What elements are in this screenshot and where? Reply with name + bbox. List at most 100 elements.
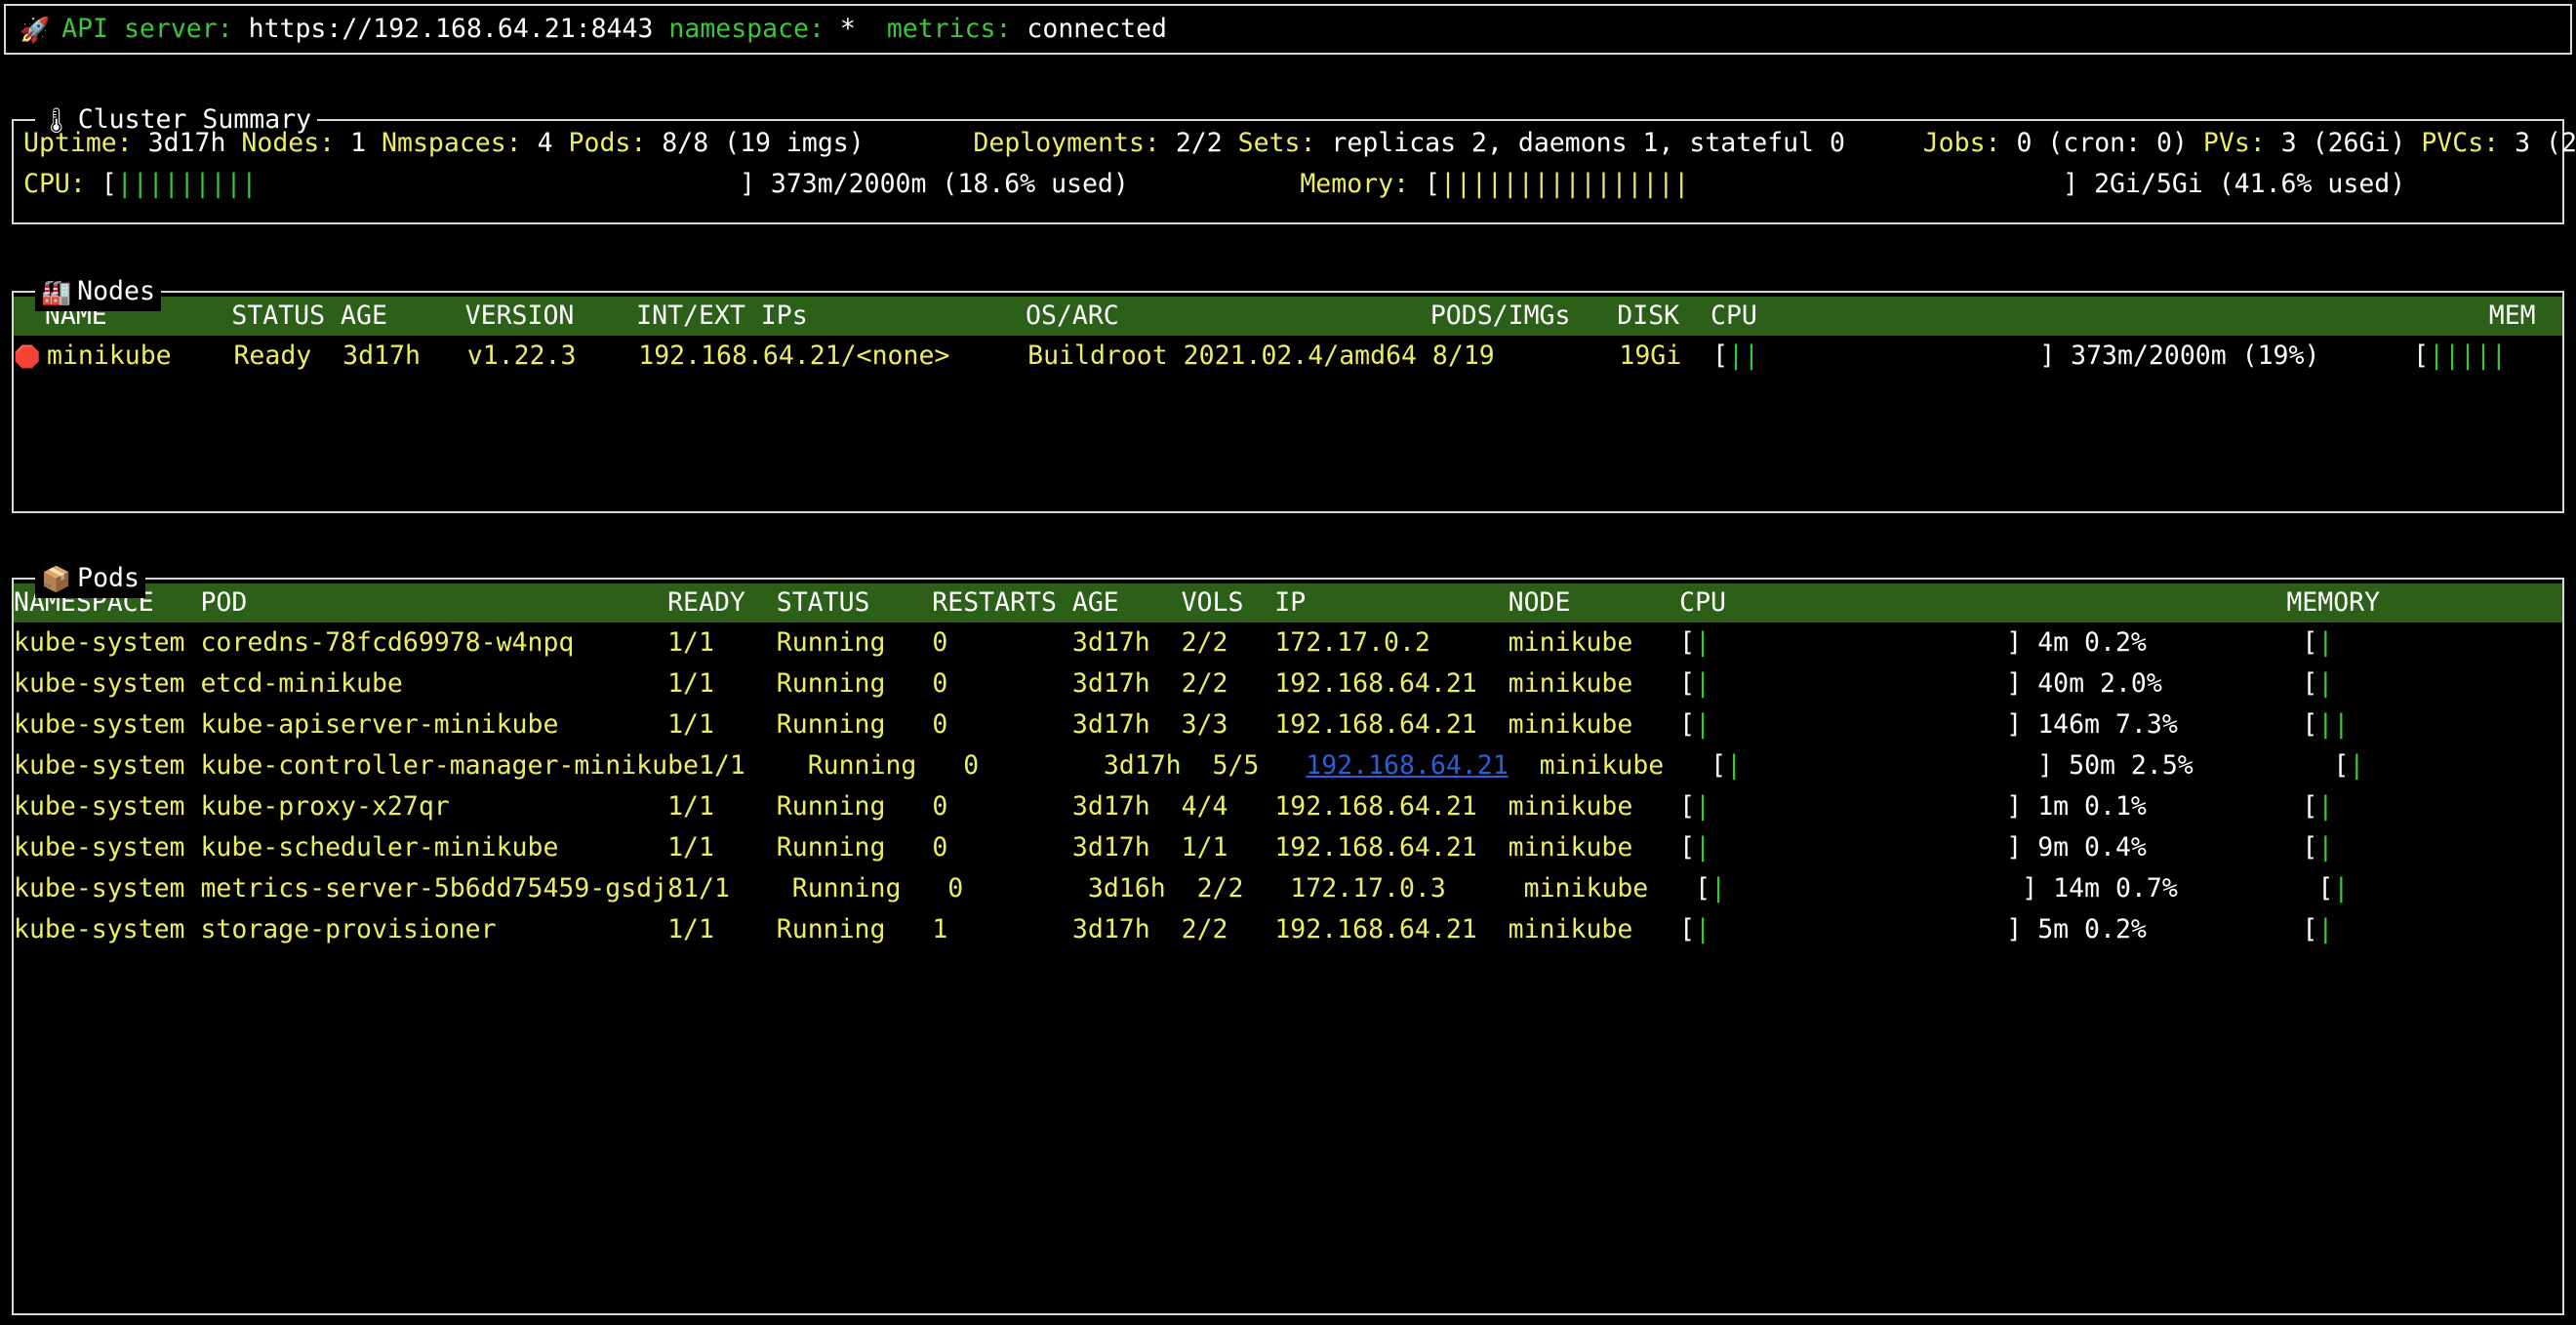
pod-name: kube-apiserver-minikube <box>200 709 667 740</box>
nodes-panel: 🏭Nodes NAME STATUS AGE VERSION INT/EXT I… <box>12 291 2564 513</box>
nodes-table-row[interactable]: 🛑minikube Ready 3d17h v1.22.3 192.168.64… <box>14 336 2562 377</box>
summary-value-6: 0 (cron: 0) <box>2016 128 2188 158</box>
package-icon: 📦 <box>41 567 71 591</box>
summary-label-2: Nmspaces: <box>382 128 522 158</box>
cluster-summary-panel: 🌡Cluster Summary Uptime: 3d17h Nodes: 1 … <box>12 119 2564 224</box>
pod-namespace: kube-system <box>14 750 200 781</box>
pod-vols: 2/2 <box>1182 914 1275 944</box>
traffic-light-icon: 🛑 <box>14 338 47 379</box>
pod-cpu-value: 146m 7.3% <box>2037 709 2302 740</box>
pod-age: 3d17h <box>1072 709 1182 740</box>
pod-mem-gauge: [| ] <box>2302 914 2576 944</box>
summary-memory-label: Memory: <box>1300 169 1409 199</box>
pod-node: minikube <box>1509 791 1680 822</box>
pod-age: 3d17h <box>1072 914 1182 944</box>
pod-ip: 172.17.0.2 <box>1274 627 1508 658</box>
summary-label-6: Jobs: <box>1923 128 2001 158</box>
summary-value-8: 3 (26Gi) <box>2515 128 2576 158</box>
pods-table-row[interactable]: kube-system kube-apiserver-minikube 1/1 … <box>14 704 2562 745</box>
pods-table-row[interactable]: kube-system kube-proxy-x27qr 1/1 Running… <box>14 786 2562 827</box>
summary-label-0: Uptime: <box>23 128 133 158</box>
pod-node: minikube <box>1509 627 1680 658</box>
pod-age: 3d17h <box>1072 832 1182 863</box>
summary-cpu-value: 373m/2000m (18.6% used) <box>771 169 1129 199</box>
pod-node: minikube <box>1509 832 1680 863</box>
pod-status: Running <box>777 668 933 699</box>
pods-table-row[interactable]: kube-system kube-scheduler-minikube 1/1 … <box>14 827 2562 868</box>
summary-cpu-label: CPU: <box>23 169 86 199</box>
pod-cpu-gauge: [| ] <box>1679 709 2022 740</box>
header-status-line: 🚀API server: https://192.168.64.21:8443 … <box>20 9 1167 50</box>
nodes-title-text: Nodes <box>77 272 155 311</box>
pods-title: 📦Pods <box>35 559 145 598</box>
summary-value-4: 2/2 <box>1176 128 1223 158</box>
summary-cpu-gauge: [||||||||| ] <box>101 169 755 199</box>
summary-memory-gauge: [|||||||||||||||| ] <box>1425 169 2078 199</box>
pod-ip: 192.168.64.21 <box>1274 791 1508 822</box>
pods-table-row[interactable]: kube-system metrics-server-5b6dd75459-gs… <box>14 868 2562 909</box>
summary-value-0: 3d17h <box>148 128 226 158</box>
pod-restarts: 0 <box>932 668 1072 699</box>
pod-name: kube-scheduler-minikube <box>200 832 667 863</box>
pod-restarts: 0 <box>932 791 1072 822</box>
pod-mem-gauge: [|| ] <box>2302 709 2576 740</box>
pod-namespace: kube-system <box>14 668 200 699</box>
metrics-value: connected <box>1026 9 1167 50</box>
pod-name: kube-proxy-x27qr <box>200 791 667 822</box>
pod-status: Running <box>808 750 964 781</box>
pod-mem-gauge: [| ] <box>2302 668 2576 699</box>
pods-title-text: Pods <box>77 559 140 598</box>
pod-ip-link[interactable]: 192.168.64.21 <box>1306 750 1508 781</box>
pod-name: coredns-78fcd69978-w4npq <box>200 627 667 658</box>
pods-table-row[interactable]: kube-system kube-controller-manager-mini… <box>14 745 2562 786</box>
summary-label-8: PVCs: <box>2421 128 2499 158</box>
pod-restarts: 0 <box>932 627 1072 658</box>
pod-namespace: kube-system <box>14 791 200 822</box>
pods-table-body: kube-system coredns-78fcd69978-w4npq 1/1… <box>14 622 2562 950</box>
pod-mem-gauge: [| ] <box>2302 832 2576 863</box>
pod-node: minikube <box>1509 914 1680 944</box>
pods-table-header: NAMESPACE POD READY STATUS RESTARTS AGE … <box>14 583 2562 622</box>
pods-table-row[interactable]: kube-system storage-provisioner 1/1 Runn… <box>14 909 2562 950</box>
pod-age: 3d17h <box>1072 627 1182 658</box>
pod-age: 3d17h <box>1104 750 1213 781</box>
summary-label-4: Deployments: <box>973 128 1159 158</box>
pod-ready: 1/1 <box>667 627 777 658</box>
api-server-label: API server: <box>61 9 233 50</box>
pod-vols: 2/2 <box>1197 873 1291 903</box>
k9s-terminal-screen: 🚀API server: https://192.168.64.21:8443 … <box>0 0 2576 1325</box>
pod-vols: 4/4 <box>1182 791 1275 822</box>
pod-ready: 1/1 <box>667 709 777 740</box>
summary-label-1: Nodes: <box>241 128 335 158</box>
pod-node: minikube <box>1524 873 1696 903</box>
pod-status: Running <box>792 873 948 903</box>
pods-table-row[interactable]: kube-system etcd-minikube 1/1 Running 0 … <box>14 663 2562 704</box>
pod-cpu-value: 40m 2.0% <box>2037 668 2302 699</box>
pods-panel: 📦Pods NAMESPACE POD READY STATUS RESTART… <box>12 578 2564 1315</box>
metrics-label: metrics: <box>887 9 1012 50</box>
pod-ready: 1/1 <box>699 750 808 781</box>
summary-label-3: Pods: <box>569 128 647 158</box>
namespace-label: namespace: <box>668 9 825 50</box>
pods-table-row[interactable]: kube-system coredns-78fcd69978-w4npq 1/1… <box>14 622 2562 663</box>
pod-name: metrics-server-5b6dd75459-gsdj8 <box>200 873 683 903</box>
pod-node: minikube <box>1509 709 1680 740</box>
pod-cpu-value: 1m 0.1% <box>2037 791 2302 822</box>
pod-namespace: kube-system <box>14 873 200 903</box>
summary-label-5: Sets: <box>1238 128 1316 158</box>
pod-cpu-value: 50m 2.5% <box>2069 750 2333 781</box>
pod-cpu-value: 9m 0.4% <box>2037 832 2302 863</box>
pod-restarts: 0 <box>947 873 1088 903</box>
pod-mem-gauge: [| ] <box>2317 873 2576 903</box>
nodes-table-body: 🛑minikube Ready 3d17h v1.22.3 192.168.64… <box>14 336 2562 377</box>
pod-ready: 1/1 <box>667 914 777 944</box>
pod-node: minikube <box>1540 750 1711 781</box>
pod-cpu-gauge: [| ] <box>1711 750 2053 781</box>
pod-cpu-gauge: [| ] <box>1679 914 2022 944</box>
pod-status: Running <box>777 791 933 822</box>
nodes-title: 🏭Nodes <box>35 272 161 311</box>
node-cpu-gauge: [|| ] <box>1712 341 2055 371</box>
pod-status: Running <box>777 709 933 740</box>
pod-namespace: kube-system <box>14 914 200 944</box>
pod-age: 3d16h <box>1088 873 1197 903</box>
